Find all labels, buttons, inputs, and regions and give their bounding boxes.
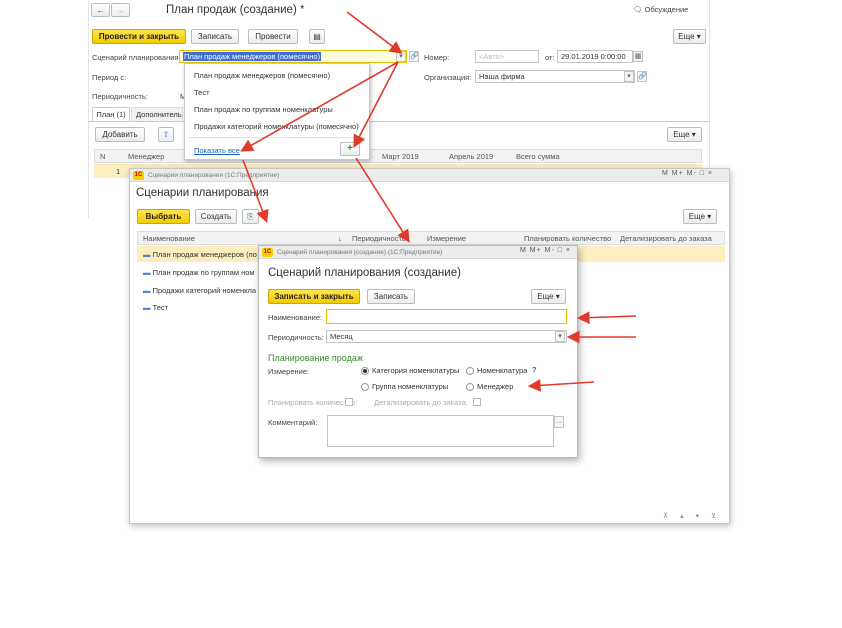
arrow [346,11,403,54]
arrow [242,159,269,223]
arrow [576,311,637,325]
arrow [355,157,410,243]
arrow [527,379,595,392]
annotation-arrows [240,11,637,392]
